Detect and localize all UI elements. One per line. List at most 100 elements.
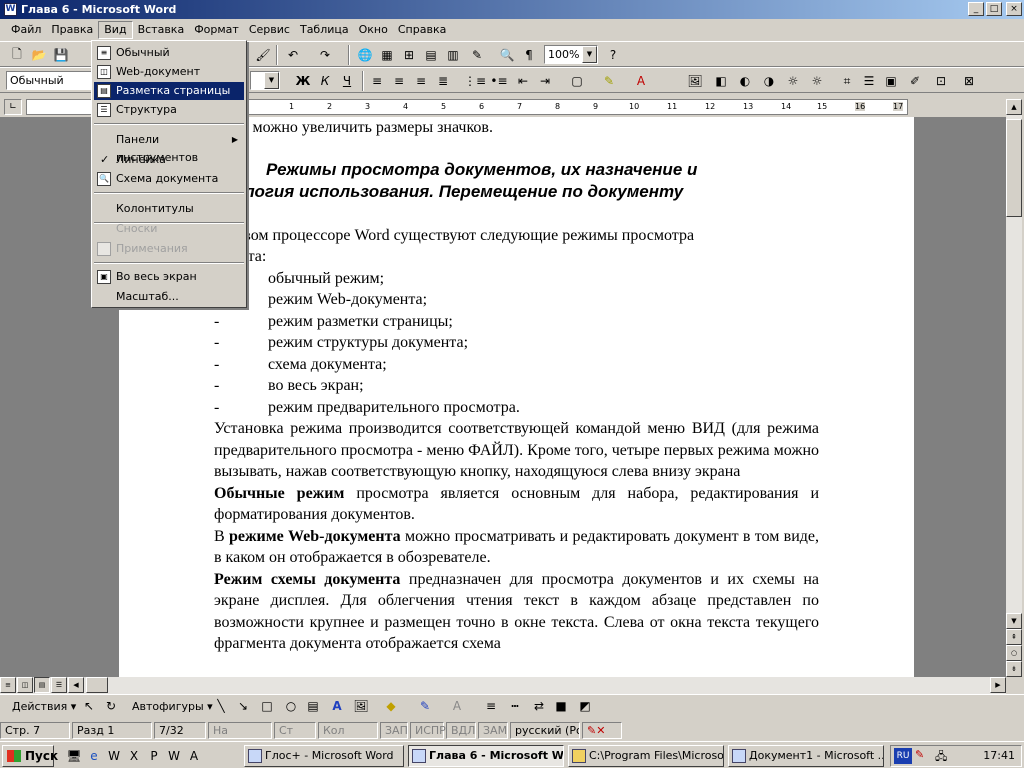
redo-icon[interactable]: ↷: [314, 44, 336, 66]
normal-view-button-icon[interactable]: ≡: [0, 677, 16, 693]
view-menu-item-zoom[interactable]: Масштаб...: [94, 288, 244, 306]
scroll-left-icon[interactable]: ◀: [68, 677, 84, 693]
dash-style-icon[interactable]: ┅: [504, 695, 526, 717]
task-button-chapter6[interactable]: Глава 6 - Microsoft W...: [408, 745, 564, 767]
scroll-thumb[interactable]: [1006, 119, 1022, 217]
arrow-style-icon[interactable]: ⇄: [528, 695, 550, 717]
set-transparent-icon[interactable]: ✐: [904, 70, 926, 92]
horizontal-scrollbar[interactable]: ≡ ◫ ▤ ☰ ◀ ▶: [0, 677, 1006, 694]
word-quicklaunch-icon[interactable]: W: [104, 745, 124, 767]
format-painter-icon[interactable]: 🖌: [252, 44, 274, 66]
web-view-button-icon[interactable]: ◫: [17, 677, 33, 693]
menu-view[interactable]: Вид: [98, 20, 133, 39]
borders-icon[interactable]: ▢: [566, 70, 588, 92]
crop-icon[interactable]: ⌗: [836, 70, 858, 92]
access-quicklaunch-icon[interactable]: A: [184, 745, 204, 767]
reset-picture-icon[interactable]: ⊠: [958, 70, 980, 92]
3d-icon[interactable]: ◩: [574, 695, 596, 717]
insert-excel-icon[interactable]: ▤: [420, 44, 442, 66]
italic-icon[interactable]: К: [314, 70, 336, 92]
style-combo[interactable]: Обычный: [6, 71, 92, 90]
align-left-icon[interactable]: ≡: [366, 70, 388, 92]
view-menu-item-outline[interactable]: ☰ Структура: [94, 101, 244, 119]
brightness-more-icon[interactable]: ☼: [782, 70, 804, 92]
clock[interactable]: 17:41: [983, 749, 1015, 762]
excel-quicklaunch-icon[interactable]: X: [124, 745, 144, 767]
save-icon[interactable]: 💾: [50, 44, 72, 66]
brightness-less-icon[interactable]: ☼: [806, 70, 828, 92]
spelling-status-icon[interactable]: ✎✕: [582, 721, 622, 739]
view-menu-item-web[interactable]: ◫ Web-документ: [94, 63, 244, 81]
view-menu-item-document-map[interactable]: 🔍 Схема документа: [94, 170, 244, 188]
task-button-explorer[interactable]: C:\Program Files\Microso...: [568, 745, 724, 767]
view-menu-item-page-layout[interactable]: ▤ Разметка страницы: [94, 82, 244, 100]
help-icon[interactable]: ?: [602, 44, 624, 66]
open-folder-icon[interactable]: 📂: [28, 44, 50, 66]
word-app-icon[interactable]: W: [4, 3, 17, 16]
network-icon[interactable]: 🖧: [935, 748, 947, 767]
bullets-icon[interactable]: •≡: [488, 70, 510, 92]
view-menu-item-toolbars[interactable]: Панели инструментов ▶: [94, 131, 244, 164]
textbox-tool-icon[interactable]: ▤: [302, 695, 324, 717]
previous-page-icon[interactable]: ⇞: [1006, 629, 1022, 645]
format-picture-icon[interactable]: ▣: [880, 70, 902, 92]
internet-explorer-icon[interactable]: e: [84, 745, 104, 767]
menu-table[interactable]: Таблица: [295, 21, 354, 39]
clipart-icon[interactable]: 🖼: [350, 695, 372, 717]
scroll-right-icon[interactable]: ▶: [990, 677, 1006, 693]
insert-table-icon[interactable]: ⊞: [398, 44, 420, 66]
autoshapes-menu[interactable]: Автофигуры ▾: [128, 698, 217, 716]
font-color-icon[interactable]: A: [630, 70, 652, 92]
line-style-draw-icon[interactable]: ≡: [480, 695, 502, 717]
menu-insert[interactable]: Вставка: [133, 21, 190, 39]
page-layout-button-icon[interactable]: ▤: [34, 677, 50, 693]
minimize-button[interactable]: _: [968, 2, 984, 16]
image-color-icon[interactable]: ◐: [734, 70, 756, 92]
free-rotate-icon[interactable]: ↻: [100, 695, 122, 717]
align-right-icon[interactable]: ≡: [410, 70, 432, 92]
scroll-down-icon[interactable]: ▼: [1006, 613, 1022, 629]
numbering-icon[interactable]: ⋮≡: [464, 70, 486, 92]
select-objects-icon[interactable]: ↖: [78, 695, 100, 717]
new-document-icon[interactable]: 🗋: [6, 44, 28, 66]
status-trk[interactable]: ИСПР: [410, 721, 446, 739]
font-size-combo[interactable]: ▼: [250, 71, 280, 90]
show-hide-icon[interactable]: ¶: [518, 44, 540, 66]
document-map-toolbar-icon[interactable]: 🔍: [496, 44, 518, 66]
rectangle-tool-icon[interactable]: □: [256, 695, 278, 717]
hyperlink-icon[interactable]: 🌐: [354, 44, 376, 66]
text-wrap-icon[interactable]: ⊡: [930, 70, 952, 92]
close-button[interactable]: ×: [1006, 2, 1022, 16]
document-text[interactable]: анды можно увеличить размеры значков. Ре…: [214, 117, 819, 655]
drawing-icon[interactable]: ✎: [466, 44, 488, 66]
task-button-glos[interactable]: Глос+ - Microsoft Word: [244, 745, 404, 767]
decrease-indent-icon[interactable]: ⇤: [512, 70, 534, 92]
next-page-icon[interactable]: ⇟: [1006, 661, 1022, 677]
menu-file[interactable]: Файл: [6, 21, 46, 39]
fill-color-icon[interactable]: ◆: [380, 695, 402, 717]
menu-window[interactable]: Окно: [354, 21, 393, 39]
highlight-icon[interactable]: ✎: [598, 70, 620, 92]
view-menu-item-normal[interactable]: ≡ Обычный: [94, 44, 244, 62]
undo-icon[interactable]: ↶: [282, 44, 304, 66]
powerpoint-quicklaunch-icon[interactable]: P: [144, 745, 164, 767]
status-ovr[interactable]: ЗАМ: [478, 721, 508, 739]
language-indicator[interactable]: RU: [894, 748, 912, 764]
word2-quicklaunch-icon[interactable]: W: [164, 745, 184, 767]
task-button-document1[interactable]: Документ1 - Microsoft ...: [728, 745, 884, 767]
wordart-icon[interactable]: A: [326, 695, 348, 717]
browse-object-icon[interactable]: ○: [1006, 645, 1022, 661]
menu-format[interactable]: Формат: [189, 21, 244, 39]
draw-actions-menu[interactable]: Действия ▾: [8, 698, 80, 716]
zoom-combo[interactable]: 100% ▼: [544, 45, 598, 64]
line-style-icon[interactable]: ☰: [858, 70, 880, 92]
tray-app-icon[interactable]: ✎: [915, 748, 924, 761]
bold-icon[interactable]: Ж: [292, 70, 314, 92]
status-ext[interactable]: ВДЛ: [446, 721, 476, 739]
line-color-icon[interactable]: ✎: [414, 695, 436, 717]
status-rec[interactable]: ЗАП: [380, 721, 408, 739]
tab-selector-icon[interactable]: ∟: [4, 99, 22, 115]
menu-tools[interactable]: Сервис: [244, 21, 295, 39]
justify-icon[interactable]: ≣: [432, 70, 454, 92]
menu-edit[interactable]: Правка: [46, 21, 98, 39]
